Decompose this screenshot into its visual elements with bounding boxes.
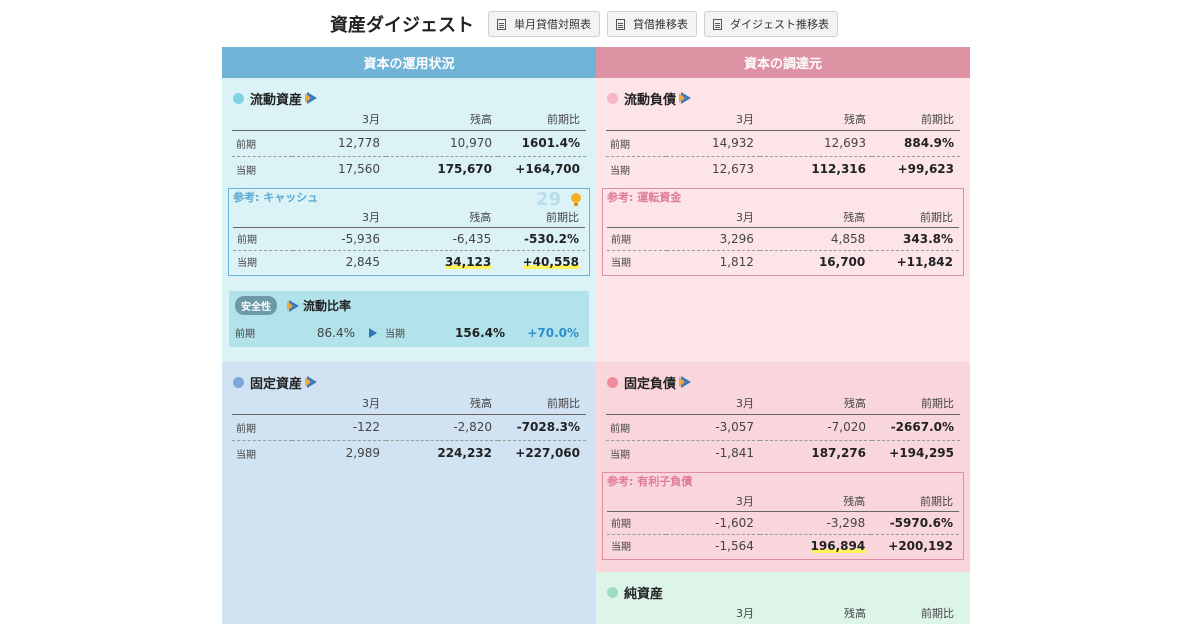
- monthly-balance-sheet-button[interactable]: 単月貸借対照表: [488, 11, 600, 37]
- interest-bearing-debt-box: 参考: 有利子負債 3月 残高 前期比 前期 -1,602 -3,298 -5970.6%…: [602, 472, 964, 560]
- column-header-usage: 資本の運用状況: [222, 47, 596, 78]
- table-row: 前期 -3,057 -7,020 -2667.0%: [606, 414, 960, 441]
- fixed-assets-table: 3月 残高 前期比 前期 -122 -2,820 -7028.3% 当期 2,989 224,…: [232, 392, 586, 466]
- fixed-liabilities-title: 固定負債: [624, 376, 677, 392]
- bullet-dot-icon: [607, 376, 618, 388]
- safety-values: 前期 86.4% 当期 156.4% +70.0%: [235, 325, 579, 341]
- column-left: 資本の運用状況: [222, 47, 596, 78]
- balance-trend-button[interactable]: 貸借推移表: [607, 11, 697, 37]
- fixed-assets-title: 固定資産: [250, 376, 303, 392]
- safety-ratio-box: 安全性 流動比率 前期 86.4% 当期 156.4% +70.0%: [229, 291, 589, 347]
- table-row: 前期 14,932 12,693 884.9%: [606, 130, 960, 157]
- table-row: 前期 12,778 10,970 1601.4%: [232, 130, 586, 157]
- bullet-dot-icon: [607, 92, 618, 104]
- document-icon: [713, 18, 722, 30]
- document-icon: [497, 18, 506, 30]
- page-title: 資産ダイジェスト: [330, 15, 474, 36]
- working-capital-table: 3月 残高 前期比 前期 3,296 4,858 343.8% 当期 1,812 16,700…: [607, 207, 959, 273]
- column-header-sources: 資本の調達元: [596, 47, 970, 78]
- current-liabilities-panel: 流動負債 3月 残高 前期比 前期 14,932 12,693 884.9% 当期 12,6…: [596, 78, 970, 362]
- table-row: 前期 3,296 4,858 343.8%: [607, 227, 959, 251]
- lightbulb-icon[interactable]: [571, 193, 581, 206]
- working-capital-box: 参考: 運転資金 3月 残高 前期比 前期 3,296 4,858 343.8% 当期 1,…: [602, 188, 964, 276]
- table-row: 当期 -1,841 187,276 +194,295: [610, 446, 954, 461]
- play-arrow-icon: [369, 327, 377, 338]
- toolbar: 資産ダイジェスト 単月貸借対照表 貸借推移表 ダイジェスト推移表: [330, 10, 845, 38]
- current-assets-table: 3月 残高 前期比 前期 12,778 10,970 1601.4% 当期 17,560 17…: [232, 108, 586, 182]
- digest-trend-button[interactable]: ダイジェスト推移表: [704, 11, 838, 37]
- button-label: 単月貸借対照表: [514, 18, 591, 31]
- document-icon: [616, 18, 625, 30]
- cash-reference-box: 参考: キャッシュ 29 3月 残高 前期比 前期 -5,936 -6,435 -530.…: [228, 188, 590, 276]
- detail-arrow-icon[interactable]: [305, 92, 318, 104]
- table-row: 前期 -5,936 -6,435 -530.2%: [233, 227, 585, 251]
- table-row: 当期 1,812 16,700 +11,842: [611, 254, 953, 270]
- net-assets-panel: 純資産 3月 残高 前期比: [596, 572, 970, 624]
- net-assets-title: 純資産: [624, 586, 664, 602]
- table-row: 当期 2,989 224,232 +227,060: [236, 446, 580, 461]
- col-header-balance: 残高: [386, 108, 498, 131]
- ref-title: 参考: 運転資金: [607, 191, 682, 204]
- fixed-liabilities-table: 3月 残高 前期比 前期 -3,057 -7,020 -2667.0% 当期 -1,841 1…: [606, 392, 960, 466]
- table-row: 前期 -1,602 -3,298 -5970.6%: [607, 511, 959, 535]
- table-row: 前期 -122 -2,820 -7028.3%: [232, 414, 586, 441]
- bullet-dot-icon: [607, 586, 618, 598]
- fixed-assets-panel: 固定資産 3月 残高 前期比 前期 -122 -2,820 -7028.3% 当期 2,98…: [222, 362, 596, 624]
- detail-arrow-icon[interactable]: [305, 376, 318, 388]
- col-header-ratio: 前期比: [498, 108, 586, 131]
- current-assets-title: 流動資産: [250, 92, 303, 108]
- button-label: ダイジェスト推移表: [730, 18, 829, 31]
- current-assets-panel: 流動資産 3月 残高 前期比 前期 12,778 10,970 1601.4% 当期 17,…: [222, 78, 596, 362]
- col-header-month: 3月: [292, 108, 386, 131]
- table-row: 当期 2,845 34,123 +40,558: [237, 254, 579, 270]
- safety-badge: 安全性: [235, 296, 277, 315]
- detail-arrow-icon[interactable]: [679, 92, 692, 104]
- ref-title: 参考: 有利子負債: [607, 475, 693, 488]
- current-liabilities-title: 流動負債: [624, 92, 677, 108]
- column-right: 資本の調達元: [596, 47, 970, 78]
- bullet-dot-icon: [233, 376, 244, 388]
- detail-arrow-icon[interactable]: [679, 376, 692, 388]
- button-label: 貸借推移表: [633, 18, 688, 31]
- ref-title: 参考: キャッシュ: [233, 191, 319, 204]
- table-row: 当期 12,673 112,316 +99,623: [610, 162, 954, 177]
- net-assets-table: 3月 残高 前期比: [606, 602, 960, 624]
- current-liabilities-table: 3月 残高 前期比 前期 14,932 12,693 884.9% 当期 12,673 112…: [606, 108, 960, 182]
- detail-arrow-icon[interactable]: [287, 299, 299, 312]
- table-row: 当期 17,560 175,670 +164,700: [236, 162, 580, 177]
- badge-count: 29: [535, 189, 561, 210]
- interest-bearing-debt-table: 3月 残高 前期比 前期 -1,602 -3,298 -5970.6% 当期 -1,564 1…: [607, 491, 959, 557]
- section-title: 流動資産: [233, 88, 586, 108]
- current-ratio-title: 流動比率: [303, 299, 352, 313]
- table-row: 当期 -1,564 196,894 +200,192: [611, 538, 953, 554]
- bullet-dot-icon: [233, 92, 244, 104]
- fixed-liabilities-panel: 固定負債 3月 残高 前期比 前期 -3,057 -7,020 -2667.0% 当期 -1…: [596, 362, 970, 572]
- cash-table: 3月 残高 前期比 前期 -5,936 -6,435 -530.2% 当期 2,845 34,…: [233, 207, 585, 273]
